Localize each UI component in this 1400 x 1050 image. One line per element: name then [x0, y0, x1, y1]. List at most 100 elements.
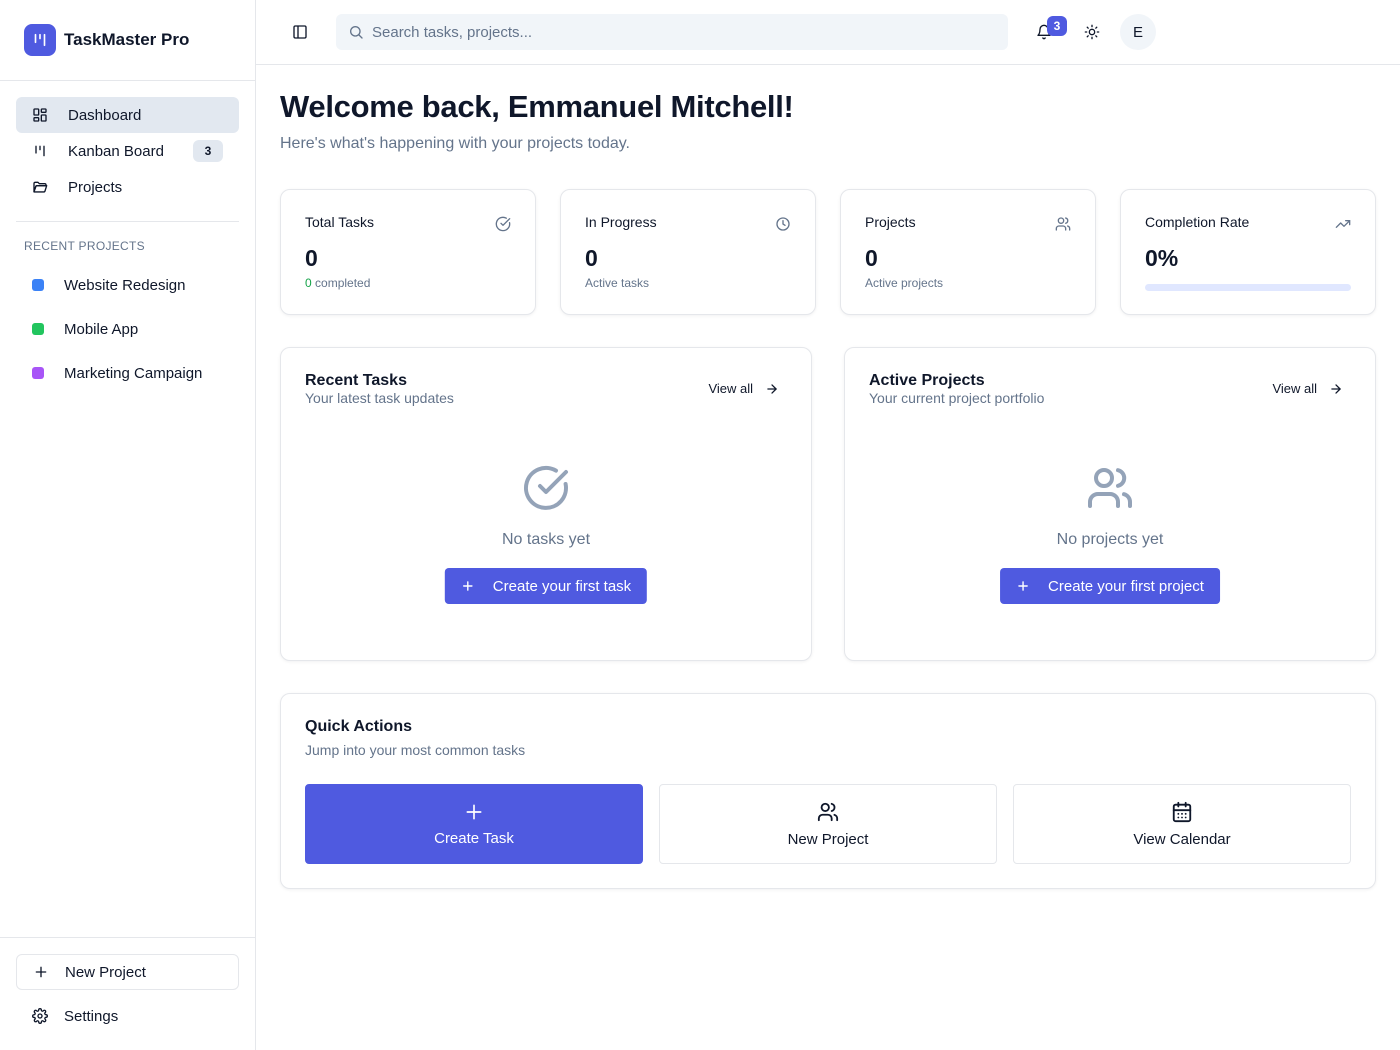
panel-left-icon [292, 24, 308, 40]
button-label: New Project [787, 830, 869, 848]
sidebar-toggle-button[interactable] [284, 16, 316, 48]
notification-count-badge: 3 [1047, 16, 1067, 36]
sidebar-project-marketing-campaign[interactable]: Marketing Campaign [0, 351, 255, 395]
view-all-label: View all [708, 381, 753, 396]
project-label: Website Redesign [64, 276, 186, 294]
sidebar-item-dashboard[interactable]: Dashboard [16, 97, 239, 133]
project-color-dot [32, 279, 44, 291]
stat-value: 0 [305, 245, 318, 271]
view-all-projects-link[interactable]: View all [1272, 381, 1343, 396]
stat-title: In Progress [585, 214, 657, 230]
arrow-right-icon [1329, 382, 1343, 396]
recent-tasks-panel: Recent Tasks Your latest task updates Vi… [280, 347, 812, 661]
stats-row: Total Tasks 0 0 completed In Progress 0 … [280, 189, 1376, 315]
gear-icon [32, 1008, 48, 1024]
completion-progress-bar [1145, 284, 1351, 291]
sidebar-project-mobile-app[interactable]: Mobile App [0, 307, 255, 351]
top-header: 3 E [256, 0, 1400, 65]
check-circle-icon [522, 464, 570, 512]
project-label: Marketing Campaign [64, 364, 203, 382]
stat-title: Total Tasks [305, 214, 374, 230]
search-input[interactable] [372, 23, 972, 41]
recent-projects-heading: RECENT PROJECTS [24, 239, 145, 253]
users-icon [1086, 464, 1134, 512]
new-project-quick-button[interactable]: New Project [659, 784, 997, 864]
search-icon [348, 24, 364, 40]
plus-icon [464, 802, 484, 822]
kanban-icon [32, 143, 48, 159]
empty-state-text: No projects yet [1056, 531, 1164, 548]
panel-subtitle: Jump into your most common tasks [305, 742, 526, 758]
sidebar: TaskMaster Pro Dashboard Kanban Board 3 … [0, 0, 256, 1050]
button-label: Create Task [434, 829, 514, 847]
sidebar-project-website-redesign[interactable]: Website Redesign [0, 263, 255, 307]
new-project-label: New Project [65, 963, 146, 981]
stat-subtext: 0 completed [305, 276, 511, 290]
sidebar-footer: New Project Settings [0, 937, 255, 1050]
arrow-right-icon [765, 382, 779, 396]
stat-value: 0 [585, 245, 598, 271]
stat-value: 0 [865, 245, 878, 271]
project-label: Mobile App [64, 320, 139, 338]
panel-subtitle: Your current project portfolio [869, 390, 1045, 406]
trending-up-icon [1335, 216, 1351, 232]
create-first-project-button[interactable]: Create your first project [1000, 568, 1220, 604]
view-all-tasks-link[interactable]: View all [708, 381, 779, 396]
sidebar-item-label: Kanban Board [68, 142, 164, 160]
panel-subtitle: Your latest task updates [305, 390, 454, 406]
plus-icon [33, 964, 49, 980]
panels-row: Recent Tasks Your latest task updates Vi… [280, 347, 1376, 661]
button-label: View Calendar [1133, 830, 1231, 848]
panel-title: Active Projects [869, 372, 985, 389]
sidebar-item-projects[interactable]: Projects [16, 169, 239, 205]
sidebar-item-label: Dashboard [68, 106, 142, 124]
notifications-button[interactable]: 3 [1026, 14, 1067, 50]
search-bar[interactable] [336, 14, 1008, 50]
page-subtitle: Here's what's happening with your projec… [280, 135, 630, 152]
stat-value: 0% [1145, 245, 1179, 271]
stat-subtext: Active tasks [585, 276, 650, 290]
sun-icon [1084, 24, 1100, 40]
stat-title: Completion Rate [1145, 214, 1250, 230]
new-project-button[interactable]: New Project [16, 954, 239, 990]
panel-title: Quick Actions [305, 718, 412, 735]
active-projects-panel: Active Projects Your current project por… [844, 347, 1376, 661]
stat-title: Projects [865, 214, 916, 230]
page-title: Welcome back, Emmanuel Mitchell! [280, 89, 794, 124]
check-circle-icon [495, 216, 511, 232]
users-icon [1055, 216, 1071, 232]
create-task-button[interactable]: Create Task [305, 784, 643, 864]
button-label: Create your first project [1048, 577, 1204, 595]
stat-card-total-tasks: Total Tasks 0 0 completed [280, 189, 536, 315]
user-avatar[interactable]: E [1120, 14, 1156, 50]
plus-icon [461, 579, 475, 593]
empty-state-text: No tasks yet [501, 531, 591, 548]
main-content: Welcome back, Emmanuel Mitchell! Here's … [280, 65, 1376, 889]
quick-actions-panel: Quick Actions Jump into your most common… [280, 693, 1376, 889]
kanban-count-badge: 3 [193, 140, 223, 162]
view-all-label: View all [1272, 381, 1317, 396]
brand[interactable]: TaskMaster Pro [0, 0, 255, 81]
sidebar-nav: Dashboard Kanban Board 3 Projects [0, 81, 255, 205]
completed-label: completed [315, 276, 371, 290]
folder-icon [32, 179, 48, 195]
quick-actions-row: Create Task New Project View Calendar [305, 784, 1351, 864]
theme-toggle-button[interactable] [1074, 14, 1110, 50]
view-calendar-button[interactable]: View Calendar [1013, 784, 1351, 864]
app-name: TaskMaster Pro [64, 30, 190, 49]
calendar-icon [1171, 801, 1193, 823]
project-color-dot [32, 367, 44, 379]
settings-link[interactable]: Settings [16, 998, 239, 1034]
sidebar-item-label: Projects [68, 178, 123, 196]
users-icon [817, 801, 839, 823]
create-first-task-button[interactable]: Create your first task [444, 568, 648, 604]
button-label: Create your first task [492, 577, 632, 595]
settings-label: Settings [64, 1007, 119, 1025]
plus-icon [1016, 579, 1030, 593]
stat-card-in-progress: In Progress 0 Active tasks [560, 189, 816, 315]
kanban-logo-icon [24, 24, 56, 56]
clock-icon [775, 216, 791, 232]
sidebar-item-kanban-board[interactable]: Kanban Board 3 [16, 133, 239, 169]
stat-subtext: Active projects [865, 276, 944, 290]
stat-card-completion-rate: Completion Rate 0% [1120, 189, 1376, 315]
